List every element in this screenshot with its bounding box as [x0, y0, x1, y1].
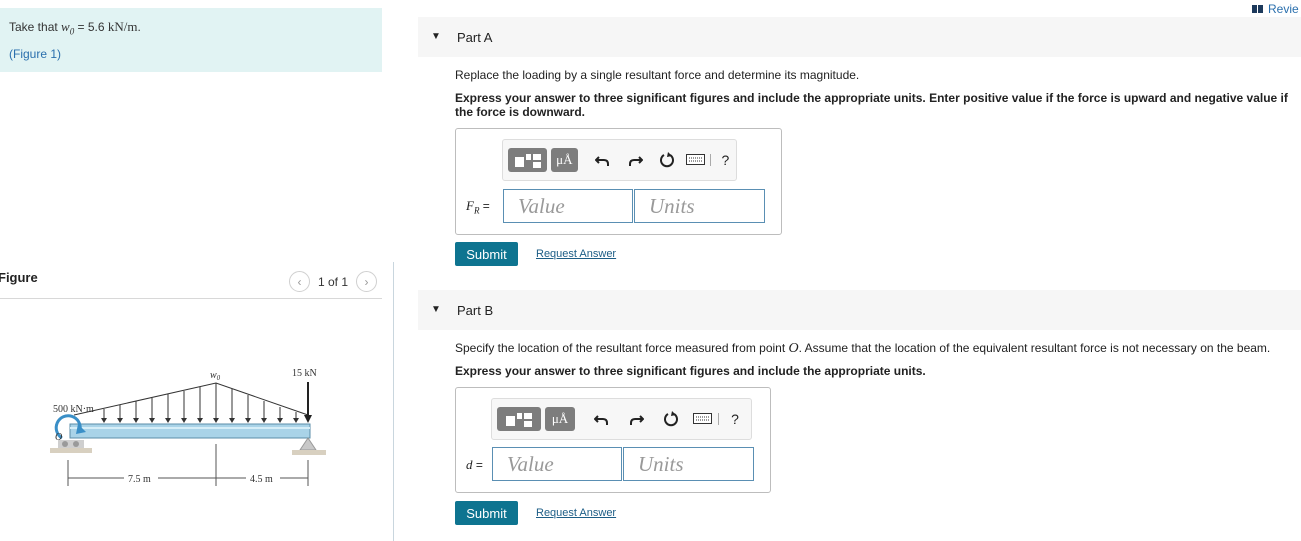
chevron-right-icon[interactable]: › [356, 271, 378, 292]
keyboard-icon[interactable] [686, 148, 707, 172]
reset-icon[interactable] [656, 148, 677, 172]
caret-down-icon: ▼ [431, 304, 441, 315]
column-divider [393, 262, 394, 541]
figure-page-count: 1 of 1 [318, 274, 349, 289]
units-input[interactable]: Units [623, 447, 754, 481]
units-icon[interactable]: μÅ [545, 407, 575, 431]
part-b-instructions: Express your answer to three significant… [455, 364, 926, 378]
dim-7.5: 7.5 m [128, 474, 151, 485]
part-b-header[interactable]: ▼ Part B [418, 290, 1301, 330]
problem-statement-box [0, 8, 382, 72]
right-support [299, 437, 317, 451]
d-label: d = [466, 457, 483, 472]
templates-icon[interactable] [497, 407, 541, 431]
units-icon[interactable]: μÅ [551, 148, 578, 172]
request-answer-link[interactable]: Request Answer [536, 507, 616, 519]
value-input[interactable]: Value [492, 447, 622, 481]
value-input[interactable]: Value [503, 189, 633, 223]
part-b-title: Part B [457, 303, 494, 318]
chevron-left-icon[interactable]: ‹ [289, 271, 310, 292]
beam [69, 423, 311, 439]
reset-icon[interactable] [659, 407, 683, 431]
part-a-prompt: Replace the loading by a single resultan… [455, 68, 860, 82]
figure-link[interactable]: (Figure 1) [9, 47, 61, 61]
units-input[interactable]: Units [634, 189, 765, 223]
w0-label: w0 [210, 370, 221, 382]
beam-diagram: 15 kN w0 500 kN·m O 7.5 m 4.5 m [50, 368, 326, 486]
submit-button[interactable]: Submit [455, 501, 518, 525]
math-toolbar: μÅ ? [502, 139, 737, 181]
review-label: Revie [1268, 2, 1299, 16]
point-load-arrowhead [304, 415, 312, 423]
load-arrowheads [101, 418, 299, 423]
part-a-instructions: Express your answer to three significant… [455, 91, 1288, 119]
keyboard-icon[interactable] [691, 407, 715, 431]
moment-label: 500 kN·m [53, 404, 94, 415]
review-link[interactable]: Revie [1252, 2, 1299, 16]
part-a-answer-box: μÅ ? FR = Value Units [455, 128, 782, 235]
left-support [58, 440, 84, 448]
part-b-answer-box: μÅ ? d = Value Units [455, 387, 771, 493]
request-answer-link[interactable]: Request Answer [536, 248, 616, 260]
part-a-title: Part A [457, 30, 493, 45]
part-a-header[interactable]: ▼ Part A [418, 17, 1301, 57]
caret-down-icon: ▼ [431, 31, 441, 42]
book-icon [1252, 5, 1263, 13]
math-toolbar: μÅ ? [491, 398, 752, 440]
submit-button[interactable]: Submit [455, 242, 518, 266]
undo-icon[interactable] [589, 407, 613, 431]
undo-icon[interactable] [592, 148, 613, 172]
point-load-label: 15 kN [292, 368, 317, 379]
redo-icon[interactable] [625, 407, 649, 431]
dim-4.5: 4.5 m [250, 474, 273, 485]
help-icon[interactable]: ? [715, 148, 736, 172]
w0-symbol: w0 [61, 19, 75, 37]
load-outline [73, 382, 309, 416]
figure-pager: ‹ 1 of 1 › [289, 271, 378, 292]
given-statement: Take that w0 = 5.6 kN/m. [9, 19, 141, 37]
redo-icon[interactable] [625, 148, 646, 172]
figure-heading: Figure [0, 270, 38, 285]
figure-divider [0, 298, 382, 299]
fr-label: FR = [466, 198, 490, 216]
help-icon[interactable]: ? [723, 407, 747, 431]
templates-icon[interactable] [508, 148, 548, 172]
part-b-prompt: Specify the location of the resultant fo… [455, 341, 1271, 356]
